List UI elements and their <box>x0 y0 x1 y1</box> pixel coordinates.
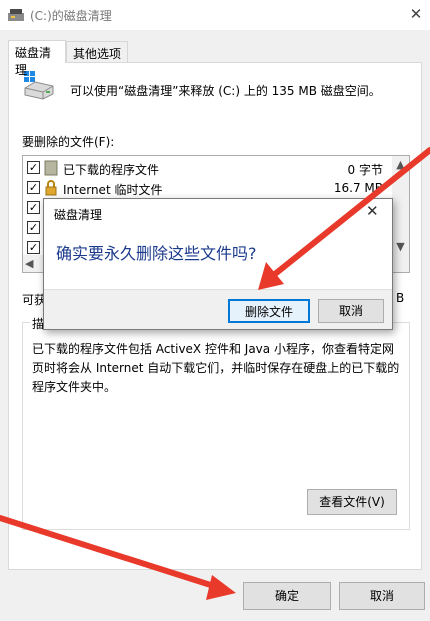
file-size: 0 字节 <box>347 163 383 177</box>
scroll-left-icon[interactable]: ◀ <box>25 257 33 270</box>
view-files-button[interactable]: 查看文件(V) <box>307 489 397 515</box>
checkbox[interactable]: ✓ <box>27 181 40 194</box>
files-to-delete-label: 要删除的文件(F): <box>22 135 115 149</box>
dialog-question: 确实要永久删除这些文件吗? <box>56 244 257 263</box>
checkbox[interactable]: ✓ <box>27 161 40 174</box>
dialog-footer: 删除文件 取消 <box>44 289 392 329</box>
dialog-close-icon[interactable]: ✕ <box>366 202 379 220</box>
file-name: 已下载的程序文件 <box>63 163 160 177</box>
disk-cleanup-app-icon <box>8 8 24 21</box>
confirm-dialog: 磁盘清理 ✕ 确实要永久删除这些文件吗? 删除文件 取消 <box>43 198 393 330</box>
lock-icon <box>44 180 58 196</box>
delete-files-button[interactable]: 删除文件 <box>228 299 310 323</box>
ok-button[interactable]: 确定 <box>243 582 331 610</box>
scroll-up-icon[interactable]: ▲ <box>392 158 409 172</box>
checkbox[interactable]: ✓ <box>27 201 40 214</box>
list-item[interactable]: ✓ 已下载的程序文件 0 字节 <box>23 158 389 178</box>
folder-icon <box>44 160 58 176</box>
list-item[interactable]: ✓ Internet 临时文件 16.7 MB <box>23 178 389 198</box>
description-text: 已下载的程序文件包括 ActiveX 控件和 Java 小程序，你查看特定网页时… <box>32 342 400 394</box>
drive-icon <box>22 70 56 100</box>
window-close-icon[interactable]: ✕ <box>404 2 428 26</box>
obtainable-space-value: B <box>396 291 405 305</box>
tab-disk-cleanup[interactable]: 磁盘清理 <box>8 40 66 77</box>
checkbox[interactable]: ✓ <box>27 241 40 254</box>
dialog-cancel-button[interactable]: 取消 <box>318 299 384 323</box>
dialog-title: 磁盘清理 <box>54 208 103 222</box>
file-size: 16.7 MB <box>333 181 383 195</box>
vertical-scrollbar[interactable]: ▲ ▼ <box>392 156 409 272</box>
scroll-down-icon[interactable]: ▼ <box>392 240 409 254</box>
file-name: Internet 临时文件 <box>63 183 163 197</box>
window-title: (C:)的磁盘清理 <box>30 9 112 23</box>
tab-more-options[interactable]: 其他选项 <box>66 41 128 63</box>
cancel-button[interactable]: 取消 <box>339 582 425 610</box>
checkbox[interactable]: ✓ <box>27 221 40 234</box>
free-space-info: 可以使用“磁盘清理”来释放 (C:) 上的 135 MB 磁盘空间。 <box>70 84 381 98</box>
